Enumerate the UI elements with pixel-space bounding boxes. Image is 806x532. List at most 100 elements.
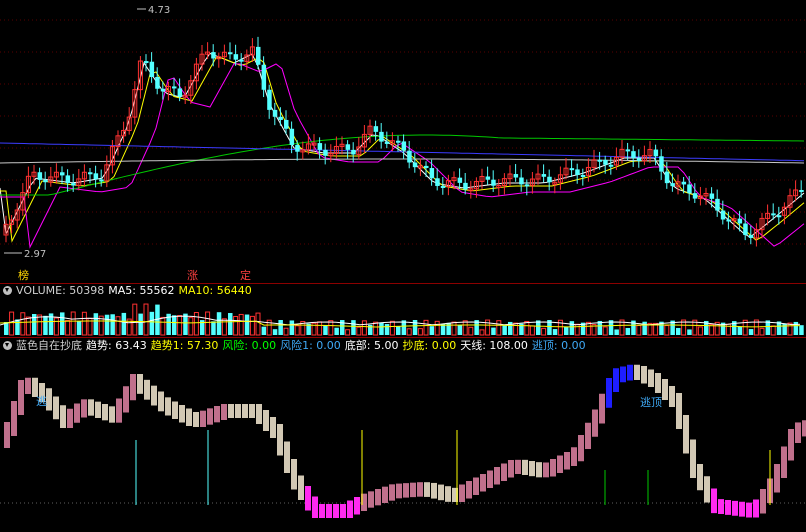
oscillator-bar (326, 504, 332, 518)
oscillator-bar (585, 422, 591, 449)
low-price-label: 2.97 (24, 249, 46, 260)
candle-body (317, 143, 323, 150)
candle-body (284, 119, 289, 129)
volume-bar (479, 329, 485, 336)
volume-bar (793, 321, 799, 335)
volume-bar (289, 320, 295, 335)
oscillator-bar (340, 504, 346, 518)
volume-bar (115, 316, 121, 336)
candle-body (373, 126, 379, 132)
volume-bar (389, 320, 395, 336)
volume-bar (121, 312, 127, 335)
indicator-name: 蓝色自在抄底 (16, 339, 82, 352)
oscillator-bar (599, 393, 605, 424)
high-price-label: 4.73 (148, 5, 170, 16)
volume-bar (323, 325, 328, 335)
volume-bar (177, 315, 183, 336)
volume-bar (625, 327, 631, 335)
volume-bar (211, 321, 216, 335)
oscillator-bar (130, 374, 136, 401)
oscillator-bar (207, 408, 213, 425)
oscillator-bar (410, 482, 416, 498)
indicator-chaodi: 抄底: 0.00 (402, 339, 457, 352)
oscillator-bar (613, 368, 619, 392)
oscillator-bar (704, 476, 710, 503)
candle-body (771, 213, 776, 216)
volume-bar (143, 303, 149, 336)
candle-body (239, 59, 244, 62)
oscillator-bar (263, 410, 269, 431)
volume-bar (172, 315, 177, 335)
volume-bar (20, 312, 26, 336)
oscillator-bar (186, 408, 192, 426)
oscillator-bar (431, 482, 437, 499)
volume-bar (536, 320, 541, 335)
volume-bar (60, 312, 65, 335)
oscillator-bar (18, 380, 24, 415)
ma20-line (0, 63, 805, 249)
collapse-icon[interactable] (3, 341, 12, 350)
volume-bar (188, 317, 194, 336)
oscillator-bar (158, 391, 164, 412)
candle-body (547, 176, 552, 183)
oscillator-bar (333, 504, 339, 518)
volume-bar (238, 313, 244, 336)
volume-bar (255, 312, 261, 336)
candle-body (384, 141, 390, 144)
volume-bar (361, 320, 367, 336)
candle-body (608, 164, 614, 167)
oscillator-bar (277, 424, 283, 456)
candle-body (631, 151, 636, 159)
oscillator-bar (753, 499, 759, 518)
candlesticks (3, 36, 804, 247)
oscillator-bar (424, 482, 430, 497)
volume-bar (697, 326, 703, 336)
oscillator-bar (515, 459, 521, 474)
oscillator-bar (795, 422, 801, 443)
collapse-icon[interactable] (3, 286, 12, 295)
oscillator-bar (74, 403, 80, 423)
oscillator-bar (725, 500, 731, 515)
oscillator-bar (641, 366, 647, 384)
oscillator-bar (788, 429, 794, 461)
volume-bar (261, 326, 267, 335)
volume-bar (423, 319, 429, 336)
volume-bar (513, 322, 519, 336)
oscillator-bar (4, 422, 10, 448)
oscillator-bar (249, 404, 255, 418)
oscillator-bar (417, 482, 423, 497)
candle-body (457, 177, 463, 183)
candle-body (524, 184, 530, 187)
volume-bar (552, 329, 558, 335)
oscillator-bar (550, 459, 556, 477)
oscillator-bar (123, 386, 129, 413)
candle-body (155, 77, 160, 89)
candle-body (65, 175, 71, 184)
oscillator-bar (739, 501, 745, 517)
volume-bar (205, 311, 211, 336)
candle-body (267, 89, 272, 110)
volume-bar (132, 303, 138, 336)
candle-body (351, 149, 356, 155)
volume-bar (93, 313, 99, 335)
candle-body (692, 193, 698, 199)
candle-body (60, 172, 65, 176)
signal-marker-ding: 定 (240, 268, 251, 282)
volume-bar (737, 326, 743, 335)
oscillator-bar (592, 409, 598, 437)
oscillator-bar (494, 467, 500, 485)
oscillator-bar (543, 462, 549, 478)
oscillator-bar (697, 464, 703, 491)
indicator-escape: 逃顶: 0.00 (531, 339, 586, 352)
oscillator-bar (368, 491, 374, 508)
volume-bar (345, 329, 351, 336)
oscillator-bar (396, 483, 402, 499)
volume-bar (569, 321, 575, 335)
volume-bar (272, 329, 278, 335)
oscillator-bar (627, 364, 633, 381)
candle-body (569, 168, 575, 171)
candle-body (435, 178, 440, 186)
oscillator-bar (676, 393, 682, 429)
escape-label-right: 逃顶 (640, 396, 662, 409)
volume-bar (244, 314, 250, 335)
